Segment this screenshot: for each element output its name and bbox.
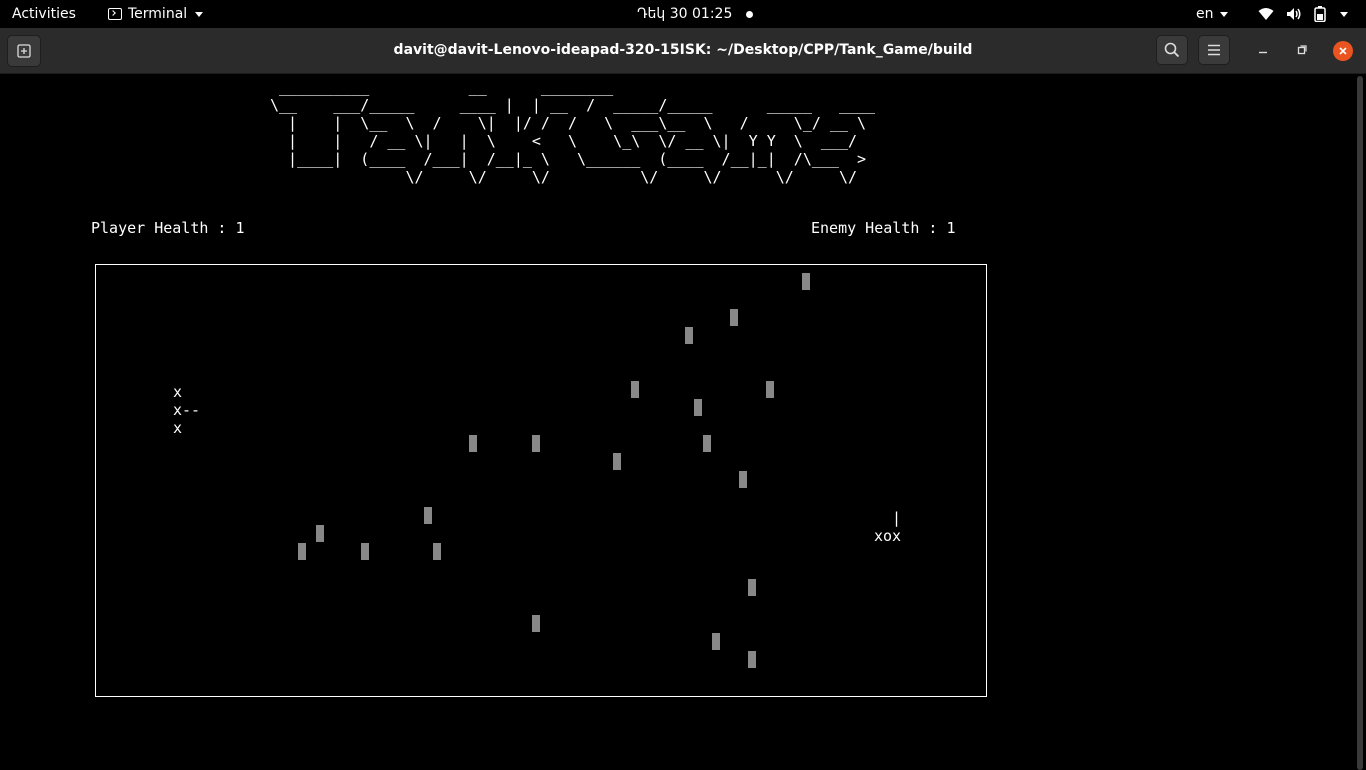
- enemy-health: Enemy Health : 1: [811, 219, 956, 237]
- notification-dot-icon: [746, 10, 754, 18]
- obstacle-block: [802, 273, 810, 290]
- obstacle-block: [748, 579, 756, 596]
- chevron-down-icon: [1340, 11, 1348, 17]
- obstacle-block: [361, 543, 369, 560]
- language-indicator[interactable]: en: [1196, 0, 1228, 28]
- volume-icon: [1286, 7, 1302, 21]
- chevron-down-icon: [195, 11, 204, 17]
- obstacle-block: [766, 381, 774, 398]
- obstacle-block: [631, 381, 639, 398]
- obstacle-block: [469, 435, 477, 452]
- minimize-icon: [1259, 51, 1267, 54]
- obstacle-block: [424, 507, 432, 524]
- obstacle-block: [316, 525, 324, 542]
- wifi-icon: [1258, 7, 1274, 21]
- game-arena: x x-- x | xox: [95, 264, 987, 697]
- system-status-menu[interactable]: [1258, 0, 1348, 28]
- player-health: Player Health : 1: [91, 219, 245, 237]
- player-tank: x x-- x: [173, 383, 201, 437]
- scrollbar[interactable]: [1357, 76, 1363, 770]
- enemy-tank: | xox: [874, 509, 902, 545]
- obstacle-block: [613, 453, 621, 470]
- activities-button[interactable]: Activities: [12, 0, 76, 28]
- obstacle-block: [703, 435, 711, 452]
- obstacle-block: [748, 651, 756, 668]
- obstacle-block: [730, 309, 738, 326]
- obstacle-block: [685, 327, 693, 344]
- window-headerbar: davit@davit-Lenovo-ideapad-320-15ISK: ~/…: [0, 28, 1366, 74]
- terminal-icon: [108, 8, 122, 20]
- close-icon: [1339, 47, 1347, 55]
- search-icon: [1164, 42, 1180, 58]
- terminal-window: davit@davit-Lenovo-ideapad-320-15ISK: ~/…: [0, 28, 1366, 770]
- terminal-content[interactable]: __________ __ ________ \__ ___/_____ ___…: [0, 74, 1358, 768]
- language-label: en: [1196, 6, 1214, 22]
- obstacle-block: [694, 399, 702, 416]
- app-menu[interactable]: Terminal: [108, 0, 204, 28]
- top-bar: Activities Terminal Դեկ 30 01:25 en: [0, 0, 1366, 28]
- clock[interactable]: Դեկ 30 01:25: [637, 0, 754, 28]
- obstacle-block: [298, 543, 306, 560]
- obstacle-block: [712, 633, 720, 650]
- chevron-down-icon: [1219, 11, 1228, 17]
- obstacle-block: [532, 615, 540, 632]
- game-title-ascii: __________ __ ________ \__ ___/_____ ___…: [270, 78, 876, 186]
- maximize-button[interactable]: [1286, 35, 1318, 65]
- hamburger-icon: [1208, 44, 1220, 56]
- battery-icon: [1314, 6, 1326, 22]
- search-button[interactable]: [1156, 35, 1188, 65]
- close-button[interactable]: [1333, 41, 1353, 61]
- obstacle-block: [532, 435, 540, 452]
- minimize-button[interactable]: [1247, 35, 1279, 65]
- menu-button[interactable]: [1198, 35, 1230, 65]
- obstacle-block: [739, 471, 747, 488]
- maximize-icon: [1297, 45, 1307, 55]
- obstacle-block: [433, 543, 441, 560]
- clock-label: Դեկ 30 01:25: [637, 6, 733, 22]
- app-menu-label: Terminal: [128, 6, 188, 22]
